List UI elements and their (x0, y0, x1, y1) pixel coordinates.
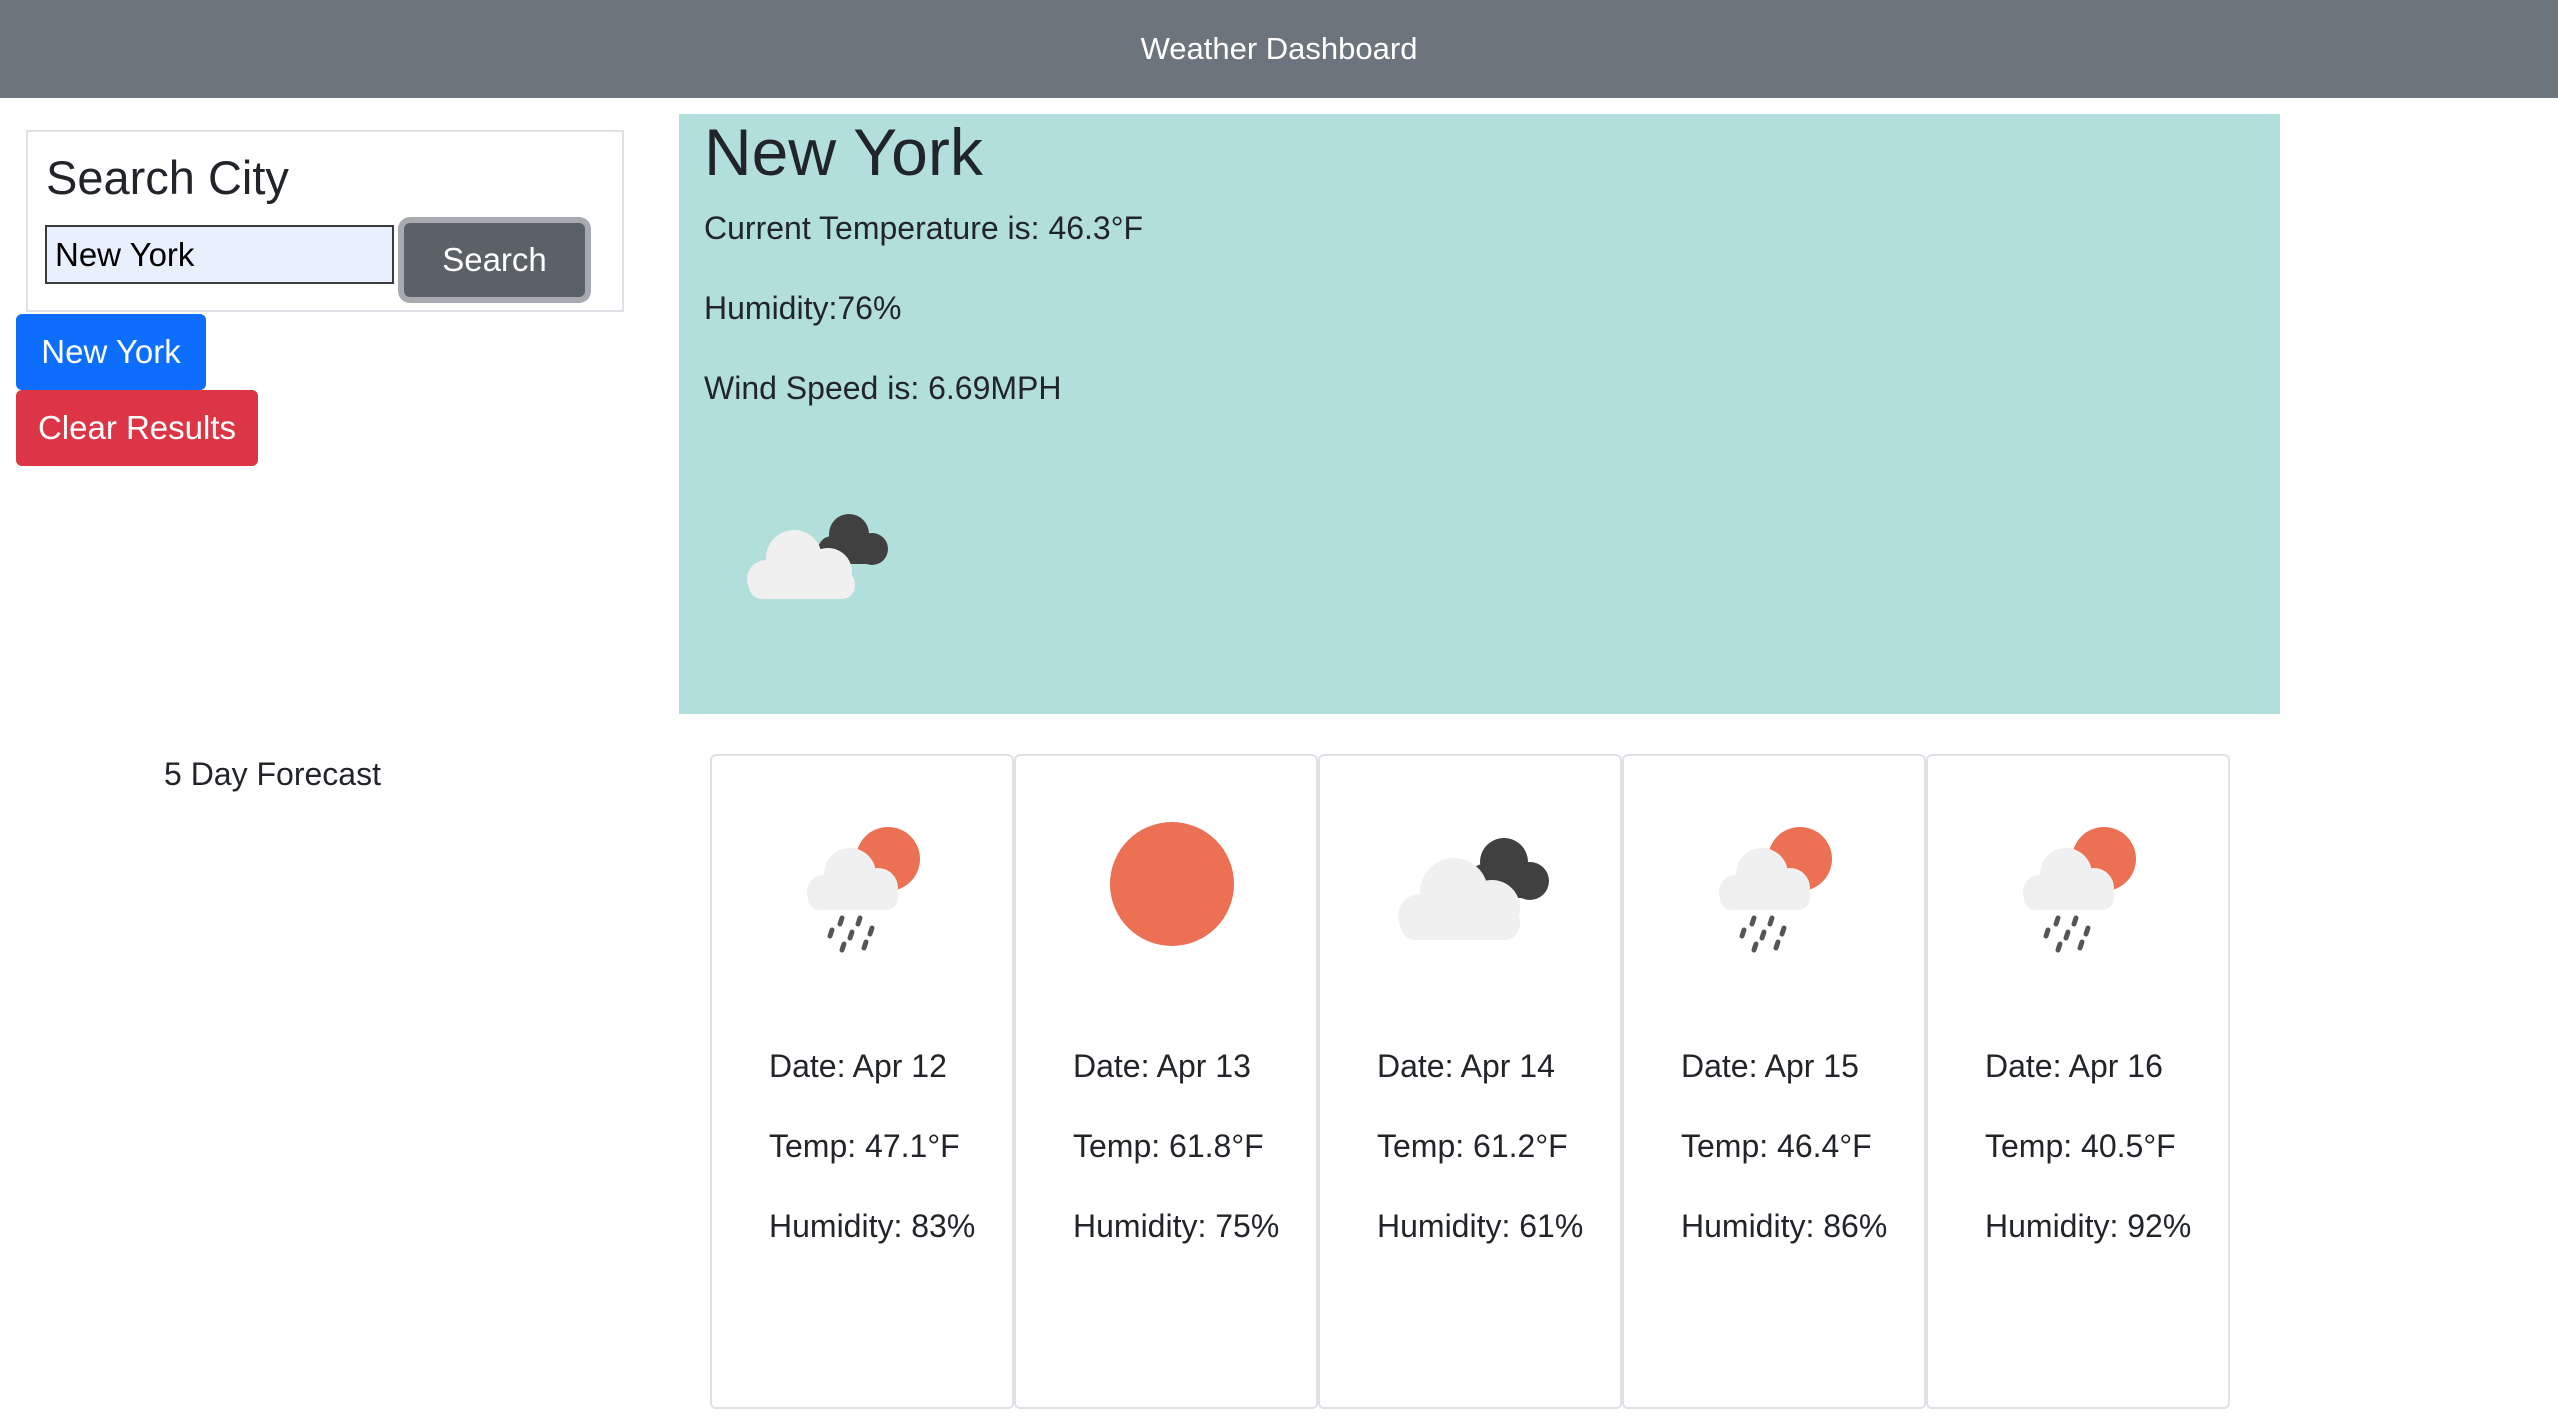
forecast-date: Date: Apr 13 (1073, 1048, 1251, 1084)
forecast-humidity: Humidity: 83% (769, 1208, 976, 1244)
forecast-title: 5 Day Forecast (164, 756, 381, 792)
rain-sun-icon (782, 814, 952, 954)
app-title: Weather Dashboard (1140, 31, 1418, 66)
forecast-humidity: Humidity: 61% (1377, 1208, 1584, 1244)
cloud-icon (1390, 814, 1560, 954)
forecast-card: Date: Apr 12 Temp: 47.1°F Humidity: 83% (710, 754, 1014, 1409)
forecast-temp: Temp: 47.1°F (769, 1128, 960, 1164)
top-navbar: Weather Dashboard (0, 0, 2558, 98)
current-city-name: New York (704, 115, 983, 189)
forecast-date: Date: Apr 14 (1377, 1048, 1555, 1084)
current-humidity: Humidity:76% (704, 290, 902, 326)
current-temperature: Current Temperature is: 46.3°F (704, 210, 1144, 246)
city-search-input[interactable] (45, 225, 394, 284)
forecast-temp: Temp: 61.8°F (1073, 1128, 1264, 1164)
forecast-temp: Temp: 61.2°F (1377, 1128, 1568, 1164)
forecast-temp: Temp: 40.5°F (1985, 1128, 2176, 1164)
clear-results-button[interactable]: Clear Results (16, 390, 258, 466)
sun-icon (1086, 814, 1256, 954)
forecast-humidity: Humidity: 75% (1073, 1208, 1280, 1244)
search-card: Search City Search (26, 130, 624, 312)
history-city-button[interactable]: New York (16, 314, 206, 390)
current-weather-panel: New York Current Temperature is: 46.3°F … (679, 114, 2280, 714)
forecast-date: Date: Apr 16 (1985, 1048, 2163, 1084)
search-button[interactable]: Search (398, 217, 591, 303)
forecast-humidity: Humidity: 86% (1681, 1208, 1888, 1244)
forecast-row: Date: Apr 12 Temp: 47.1°F Humidity: 83% … (710, 754, 2230, 1409)
current-wind-speed: Wind Speed is: 6.69MPH (704, 370, 1062, 406)
forecast-date: Date: Apr 12 (769, 1048, 947, 1084)
rain-sun-icon (1998, 814, 2168, 954)
forecast-card: Date: Apr 16 Temp: 40.5°F Humidity: 92% (1926, 754, 2230, 1409)
cloud-icon (731, 494, 907, 624)
forecast-card: Date: Apr 15 Temp: 46.4°F Humidity: 86% (1622, 754, 1926, 1409)
forecast-humidity: Humidity: 92% (1985, 1208, 2192, 1244)
search-heading: Search City (46, 151, 289, 204)
forecast-card: Date: Apr 14 Temp: 61.2°F Humidity: 61% (1318, 754, 1622, 1409)
forecast-card: Date: Apr 13 Temp: 61.8°F Humidity: 75% (1014, 754, 1318, 1409)
forecast-temp: Temp: 46.4°F (1681, 1128, 1872, 1164)
rain-sun-icon (1694, 814, 1864, 954)
forecast-date: Date: Apr 15 (1681, 1048, 1859, 1084)
